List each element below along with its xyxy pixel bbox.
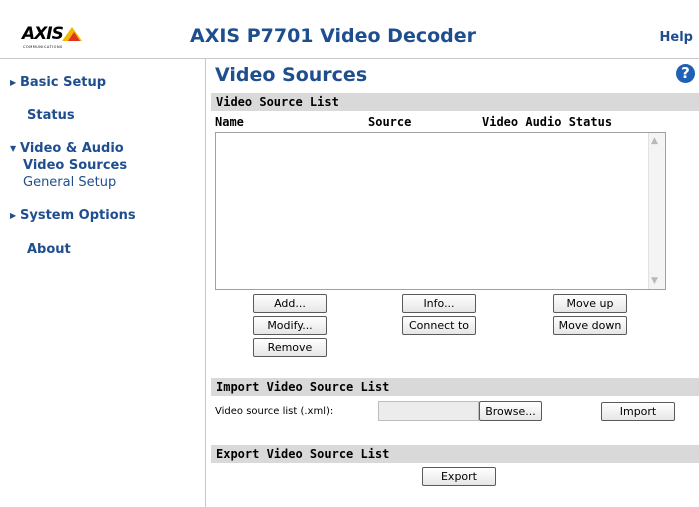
export-button[interactable]: Export [422,467,496,486]
sidebar-subitem-general-setup[interactable]: General Setup [23,175,116,190]
sidebar-item-basic-setup[interactable]: ▶ Basic Setup [10,75,106,90]
sidebar-item-label: System Options [20,208,136,223]
section-title: Export Video Source List [216,447,390,461]
sidebar-item-about[interactable]: About [27,242,71,257]
modify-button[interactable]: Modify... [253,316,327,335]
section-title: Import Video Source List [216,380,390,394]
help-link[interactable]: Help [660,30,693,45]
connect-to-button[interactable]: Connect to [402,316,476,335]
help-question-icon[interactable]: ? [676,64,695,83]
video-source-listbox[interactable]: ▲ ▼ [215,132,666,290]
remove-button[interactable]: Remove [253,338,327,357]
file-path-input[interactable] [378,401,479,421]
arrow-right-icon: ▶ [10,78,17,87]
add-button[interactable]: Add... [253,294,327,313]
section-bar-video-source-list: Video Source List [211,93,699,111]
video-source-list-label: Video source list (.xml): [215,406,334,417]
logo-subtext: COMMUNICATIONS [23,45,63,49]
browse-button[interactable]: Browse... [479,401,542,421]
section-bar-export: Export Video Source List [211,445,699,463]
move-up-button[interactable]: Move up [553,294,627,313]
scroll-up-arrow-icon[interactable]: ▲ [651,136,658,146]
logo-triangle-inner-icon [68,32,80,41]
import-button[interactable]: Import [601,402,675,421]
column-header-name: Name [215,115,244,129]
arrow-right-icon: ▶ [10,211,17,220]
sidebar-subitem-video-sources[interactable]: Video Sources [23,158,127,173]
section-bar-import: Import Video Source List [211,378,699,396]
listbox-scrollbar[interactable]: ▲ ▼ [648,133,665,289]
arrow-down-icon: ▼ [10,144,17,153]
sidebar-item-system-options[interactable]: ▶ System Options [10,208,136,223]
sidebar-item-status[interactable]: Status [27,108,75,123]
column-header-source: Source [368,115,412,129]
column-header-video-audio-status: Video Audio Status [482,115,613,129]
sidebar-item-label: About [27,242,71,257]
sidebar-item-video-audio[interactable]: ▼ Video & Audio [10,141,124,156]
sidebar-item-label: Basic Setup [20,75,107,90]
product-title: AXIS P7701 Video Decoder [190,25,477,47]
scroll-down-arrow-icon[interactable]: ▼ [651,276,658,286]
sidebar-item-label: Video & Audio [20,141,124,156]
move-down-button[interactable]: Move down [553,316,627,335]
sidebar: ▶ Basic Setup Status ▼ Video & Audio Video… [0,59,206,507]
page-title: Video Sources [215,64,368,86]
info-button[interactable]: Info... [402,294,476,313]
section-title: Video Source List [216,95,339,109]
sidebar-item-label: Status [27,108,75,123]
axis-logo[interactable]: AXIS COMMUNICATIONS [22,24,86,50]
logo-text: AXIS [22,24,64,44]
